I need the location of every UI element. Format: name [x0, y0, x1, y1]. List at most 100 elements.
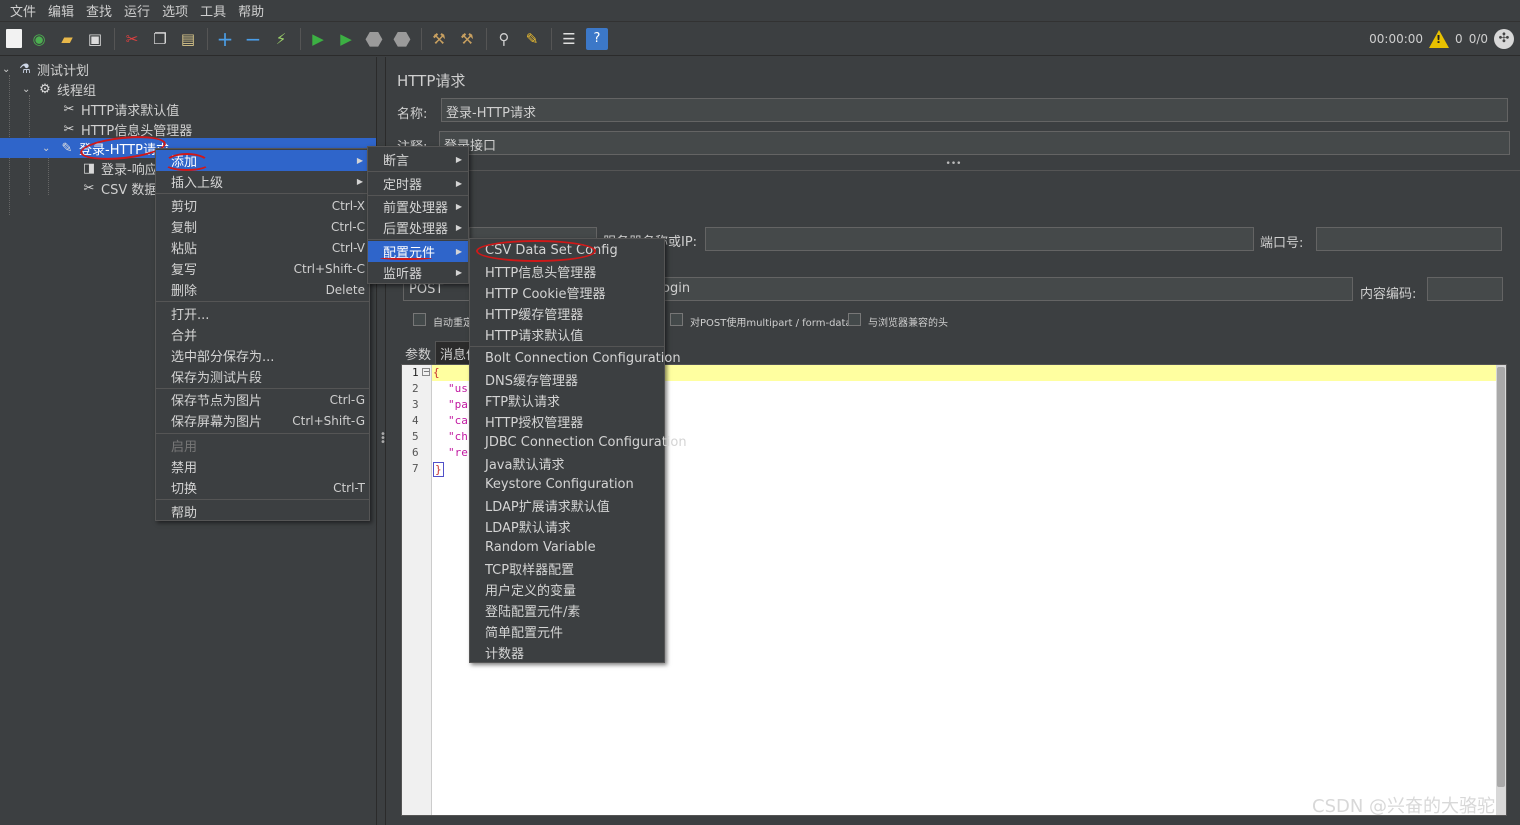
start-no-pause-icon[interactable]: ▶: [335, 28, 357, 50]
config-item-request-defaults[interactable]: HTTP请求默认值: [470, 324, 664, 345]
tree-node-label: 线程组: [57, 83, 97, 99]
shutdown-icon[interactable]: ⬣: [391, 27, 413, 51]
menu-item-help[interactable]: 帮助: [156, 501, 369, 522]
collapse-icon[interactable]: −: [242, 27, 264, 51]
server-field[interactable]: [705, 227, 1254, 251]
expand-icon[interactable]: +: [214, 27, 236, 51]
config-item-ldap-defaults[interactable]: LDAP默认请求: [470, 516, 664, 537]
clear-all-icon[interactable]: ⚒: [456, 28, 478, 50]
menu-item-save-fragment[interactable]: 保存为测试片段: [156, 366, 369, 387]
config-item-bolt[interactable]: Bolt Connection Configuration: [470, 348, 681, 369]
clear-icon[interactable]: ⚒: [428, 28, 450, 50]
config-item-keystore[interactable]: Keystore Configuration: [470, 474, 664, 495]
path-field[interactable]: ogin: [657, 277, 1353, 301]
chevron-down-icon[interactable]: ⌄: [2, 64, 16, 75]
menu-item-save-screen-image[interactable]: 保存屏幕为图片 Ctrl+Shift-G: [156, 410, 369, 431]
code-line: }: [433, 462, 444, 477]
menu-item-insert-parent[interactable]: 插入上级 ▶: [156, 171, 369, 192]
config-item-jdbc[interactable]: JDBC Connection Configuration: [470, 432, 687, 453]
port-label: 端口号:: [1260, 236, 1304, 251]
stop-icon[interactable]: ⬣: [363, 27, 385, 51]
chevron-down-icon[interactable]: ⌄: [22, 84, 36, 95]
menu-options[interactable]: 选项: [156, 1, 194, 20]
chevron-down-icon[interactable]: ⌄: [42, 143, 58, 154]
scroll-thumb[interactable]: [1497, 367, 1505, 787]
auto-redirect-checkbox[interactable]: [413, 313, 426, 326]
tab-parameters[interactable]: 参数: [405, 344, 431, 363]
port-field[interactable]: [1316, 227, 1502, 251]
config-item-random-variable[interactable]: Random Variable: [470, 537, 664, 558]
config-item-cookie-manager[interactable]: HTTP Cookie管理器: [470, 282, 664, 303]
warning-icon[interactable]: !: [1429, 30, 1450, 48]
open-icon[interactable]: ▰: [56, 28, 78, 50]
toolbar-separator: [551, 27, 552, 50]
cut-icon[interactable]: ✂: [121, 28, 143, 50]
menu-help[interactable]: 帮助: [232, 1, 270, 20]
config-item-ftp-defaults[interactable]: FTP默认请求: [470, 390, 664, 411]
config-item-cache-manager[interactable]: HTTP缓存管理器: [470, 303, 664, 324]
menu-search[interactable]: 查找: [80, 1, 118, 20]
menu-item-cut[interactable]: 剪切 Ctrl-X: [156, 195, 369, 216]
config-item-ldap-ext-defaults[interactable]: LDAP扩展请求默认值: [470, 495, 664, 516]
browser-headers-checkbox[interactable]: [848, 313, 861, 326]
tree-node-http-defaults[interactable]: ✂ HTTP请求默认值: [60, 99, 180, 119]
tree-node-test-plan[interactable]: ⌄ ⚗ 测试计划: [2, 59, 89, 79]
line-number-gutter: 1 2 3 4 5 6 7 −: [402, 365, 432, 815]
menu-item-toggle[interactable]: 切换 Ctrl-T: [156, 477, 369, 498]
globe-icon: ✣: [1494, 29, 1514, 49]
new-icon[interactable]: [6, 29, 22, 48]
line-number: 2: [412, 382, 419, 395]
fold-icon[interactable]: −: [422, 368, 430, 376]
config-item-login-config[interactable]: 登陆配置元件/素: [470, 600, 664, 621]
reset-search-icon[interactable]: ✎: [521, 28, 543, 50]
config-item-auth-manager[interactable]: HTTP授权管理器: [470, 411, 664, 432]
help-icon[interactable]: ?: [586, 27, 608, 50]
name-field[interactable]: 登录-HTTP请求: [441, 98, 1508, 122]
menu-item-open[interactable]: 打开...: [156, 303, 369, 324]
menu-item-delete[interactable]: 删除 Delete: [156, 279, 369, 300]
config-item-java-defaults[interactable]: Java默认请求: [470, 453, 664, 474]
config-item-tcp-config[interactable]: TCP取样器配置: [470, 558, 664, 579]
menu-tools[interactable]: 工具: [194, 1, 232, 20]
config-item-user-variables[interactable]: 用户定义的变量: [470, 579, 664, 600]
config-item-simple-config[interactable]: 简单配置元件: [470, 621, 664, 642]
tree-node-login-listener[interactable]: ◨ 登录-响应: [80, 158, 158, 178]
menu-item-save-selection[interactable]: 选中部分保存为...: [156, 345, 369, 366]
menu-run[interactable]: 运行: [118, 1, 156, 20]
submenu-item-listener[interactable]: 监听器 ▶: [368, 262, 468, 283]
menu-item-duplicate[interactable]: 复写 Ctrl+Shift-C: [156, 258, 369, 279]
submenu-item-assertion[interactable]: 断言 ▶: [368, 149, 468, 170]
function-helper-icon[interactable]: ☰: [558, 28, 580, 50]
submenu-item-postprocessor[interactable]: 后置处理器 ▶: [368, 217, 468, 238]
menu-item-merge[interactable]: 合并: [156, 324, 369, 345]
toolbar-separator: [486, 27, 487, 50]
tree-node-thread-group[interactable]: ⌄ ⚙ 线程组: [22, 79, 96, 99]
submenu-item-timer[interactable]: 定时器 ▶: [368, 173, 468, 194]
collapse-handle[interactable]: •••: [387, 159, 1520, 171]
save-icon[interactable]: ▣: [84, 28, 106, 50]
config-item-counter[interactable]: 计数器: [470, 642, 664, 663]
line-number: 7: [412, 462, 419, 475]
multipart-checkbox[interactable]: [670, 313, 683, 326]
menu-item-paste[interactable]: 粘贴 Ctrl-V: [156, 237, 369, 258]
search-icon[interactable]: ⚲: [493, 28, 515, 50]
comment-field[interactable]: 登录接口: [439, 131, 1510, 155]
line-number: 3: [412, 398, 419, 411]
submenu-item-preprocessor[interactable]: 前置处理器 ▶: [368, 196, 468, 217]
menu-file[interactable]: 文件: [4, 1, 42, 20]
encoding-field[interactable]: [1427, 277, 1503, 301]
menu-item-copy[interactable]: 复制 Ctrl-C: [156, 216, 369, 237]
menu-edit[interactable]: 编辑: [42, 1, 80, 20]
templates-icon[interactable]: ◉: [28, 28, 50, 50]
menu-item-disable[interactable]: 禁用: [156, 456, 369, 477]
menu-item-save-node-image[interactable]: 保存节点为图片 Ctrl-G: [156, 389, 369, 410]
config-item-dns-cache[interactable]: DNS缓存管理器: [470, 369, 664, 390]
config-tools-icon: ✂: [83, 180, 95, 196]
paste-icon[interactable]: ▤: [177, 28, 199, 50]
start-icon[interactable]: ▶: [307, 28, 329, 50]
toggle-icon[interactable]: ⚡: [270, 28, 292, 50]
editor-scrollbar[interactable]: [1496, 365, 1506, 815]
tree-node-label: HTTP请求默认值: [81, 103, 180, 119]
config-item-header-manager[interactable]: HTTP信息头管理器: [470, 261, 664, 282]
copy-icon[interactable]: ❐: [149, 28, 171, 50]
